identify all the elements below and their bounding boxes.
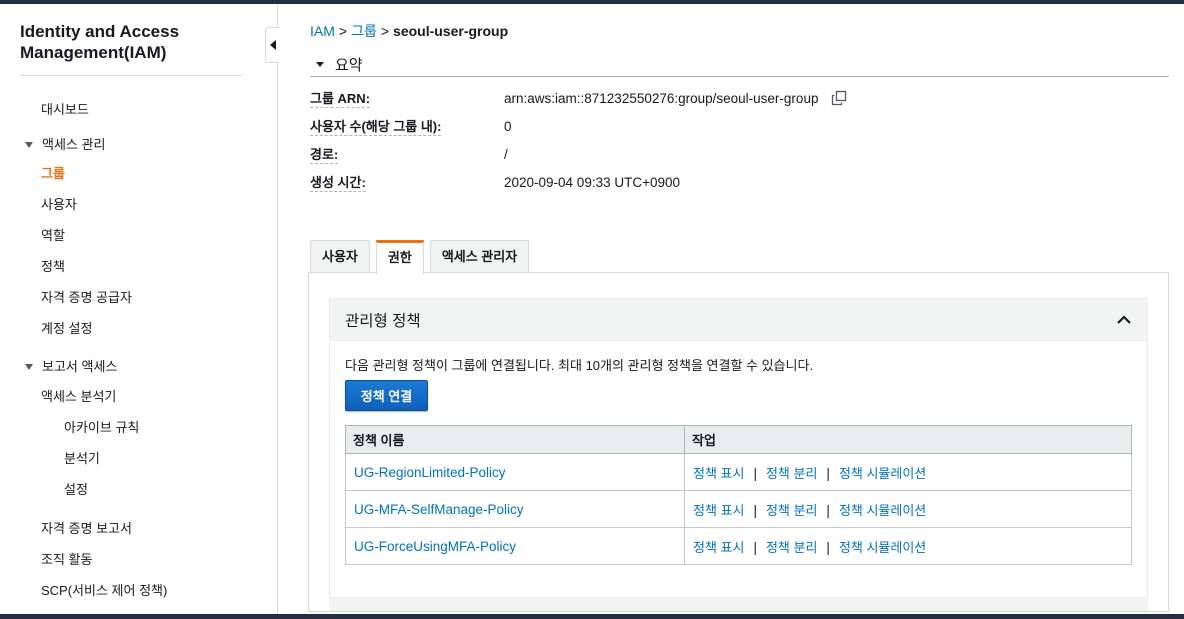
attach-policy-button[interactable]: 정책 연결 (345, 380, 428, 411)
sidebar-item-archive-rules[interactable]: 아카이브 규칙 (64, 420, 139, 436)
simulate-policy-link[interactable]: 정책 시뮬레이션 (839, 466, 926, 481)
sidebar-item-credential-report[interactable]: 자격 증명 보고서 (41, 521, 132, 537)
sidebar-item-analyzer-settings[interactable]: 설정 (64, 482, 88, 498)
creation-time-value: 2020-09-04 09:33 UTC+0900 (504, 175, 681, 190)
show-policy-link[interactable]: 정책 표시 (693, 540, 744, 555)
sidebar-section-label: 액세스 관리 (42, 137, 106, 152)
sidebar-item-identity-providers[interactable]: 자격 증명 공급자 (41, 290, 132, 306)
action-separator: | (753, 502, 757, 518)
show-policy-link[interactable]: 정책 표시 (693, 466, 744, 481)
group-arn-label: 그룹 ARN: (310, 91, 371, 108)
next-section-header (329, 597, 1148, 611)
action-separator: | (826, 539, 830, 555)
managed-policies-section: 관리형 정책 다음 관리형 정책이 그룹에 연결됩니다. 최대 10개의 관리형… (329, 298, 1148, 608)
creation-time-label: 생성 시간: (310, 175, 366, 192)
bottom-bar (0, 614, 1184, 619)
caret-left-icon (269, 40, 276, 50)
sidebar-section-label: 보고서 액세스 (42, 359, 118, 374)
action-separator: | (753, 465, 757, 481)
action-separator: | (826, 502, 830, 518)
sidebar-item-users[interactable]: 사용자 (41, 197, 77, 213)
sidebar-item-account-settings[interactable]: 계정 설정 (41, 321, 92, 337)
breadcrumb-current: seoul-user-group (393, 23, 509, 39)
chevron-up-icon[interactable] (1116, 314, 1132, 326)
managed-policies-table: 정책 이름 작업 UG-RegionLimited-Policy 정책 표시 | 정… (345, 425, 1132, 565)
sidebar-item-roles[interactable]: 역할 (41, 228, 65, 244)
group-arn-text: arn:aws:iam::871232550276:group/seoul-us… (504, 91, 819, 106)
sidebar-title: Identity and Access Management(IAM) (20, 22, 180, 62)
sidebar-item-dashboard[interactable]: 대시보드 (41, 102, 89, 118)
breadcrumb-iam-link[interactable]: IAM (310, 23, 335, 39)
table-row: UG-ForceUsingMFA-Policy 정책 표시 | 정책 분리 | 정책 시… (345, 527, 1132, 565)
sidebar-item-analyzers[interactable]: 분석기 (64, 451, 100, 467)
policy-name-link[interactable]: UG-ForceUsingMFA-Policy (354, 539, 516, 554)
caret-down-icon (25, 142, 33, 148)
action-separator: | (753, 539, 757, 555)
managed-policies-description: 다음 관리형 정책이 그룹에 연결됩니다. 최대 10개의 관리형 정책을 연결… (345, 358, 814, 373)
tab-access-advisor[interactable]: 액세스 관리자 (429, 240, 530, 273)
tab-bar: 사용자 권한 액세스 관리자 (310, 240, 535, 274)
sidebar-divider (20, 75, 242, 76)
show-policy-link[interactable]: 정책 표시 (693, 503, 744, 518)
sidebar-item-organization-activity[interactable]: 조직 활동 (41, 552, 92, 568)
breadcrumb-separator: > (380, 23, 390, 39)
breadcrumb-groups-link[interactable]: 그룹 (351, 23, 377, 39)
table-row: UG-RegionLimited-Policy 정책 표시 | 정책 분리 | 정책 시… (345, 453, 1132, 491)
sidebar: Identity and Access Management(IAM) 대시보드… (0, 4, 278, 614)
simulate-policy-link[interactable]: 정책 시뮬레이션 (839, 503, 926, 518)
breadcrumb-separator: > (338, 23, 348, 39)
action-separator: | (826, 465, 830, 481)
table-row: UG-MFA-SelfManage-Policy 정책 표시 | 정책 분리 | 정책 … (345, 490, 1132, 528)
path-label: 경로: (310, 147, 339, 164)
breadcrumb: IAM > 그룹 > seoul-user-group (310, 21, 508, 41)
copy-icon[interactable] (831, 90, 847, 106)
summary-title: 요약 (335, 56, 363, 74)
permissions-panel: 관리형 정책 다음 관리형 정책이 그룹에 연결됩니다. 최대 10개의 관리형… (308, 272, 1169, 612)
managed-policies-title: 관리형 정책 (345, 312, 421, 330)
user-count-label: 사용자 수(해당 그룹 내): (310, 119, 442, 136)
policy-name-link[interactable]: UG-MFA-SelfManage-Policy (354, 502, 524, 517)
policy-name-link[interactable]: UG-RegionLimited-Policy (354, 465, 506, 480)
user-count-value: 0 (504, 119, 512, 134)
tab-permissions[interactable]: 권한 (375, 240, 424, 274)
sidebar-item-groups[interactable]: 그룹 (41, 166, 65, 182)
sidebar-item-scp[interactable]: SCP(서비스 제어 정책) (41, 583, 167, 599)
tab-users[interactable]: 사용자 (310, 240, 370, 273)
summary-header[interactable]: 요약 (310, 52, 1169, 77)
managed-policies-header[interactable]: 관리형 정책 (330, 299, 1147, 341)
sidebar-section-access-reports[interactable]: 보고서 액세스 (25, 359, 117, 375)
path-value: / (504, 147, 508, 162)
detach-policy-link[interactable]: 정책 분리 (766, 466, 817, 481)
sidebar-item-access-analyzer[interactable]: 액세스 분석기 (41, 389, 116, 405)
simulate-policy-link[interactable]: 정책 시뮬레이션 (839, 540, 926, 555)
caret-down-icon (25, 364, 33, 370)
detach-policy-link[interactable]: 정책 분리 (766, 540, 817, 555)
sidebar-section-access-management[interactable]: 액세스 관리 (25, 137, 105, 153)
column-header-policy-name[interactable]: 정책 이름 (345, 425, 685, 454)
caret-down-icon (316, 61, 324, 67)
column-header-actions: 작업 (684, 425, 1132, 454)
sidebar-item-policies[interactable]: 정책 (41, 259, 65, 275)
detach-policy-link[interactable]: 정책 분리 (766, 503, 817, 518)
group-arn-value: arn:aws:iam::871232550276:group/seoul-us… (504, 90, 847, 107)
sidebar-collapse-button[interactable] (265, 27, 279, 63)
